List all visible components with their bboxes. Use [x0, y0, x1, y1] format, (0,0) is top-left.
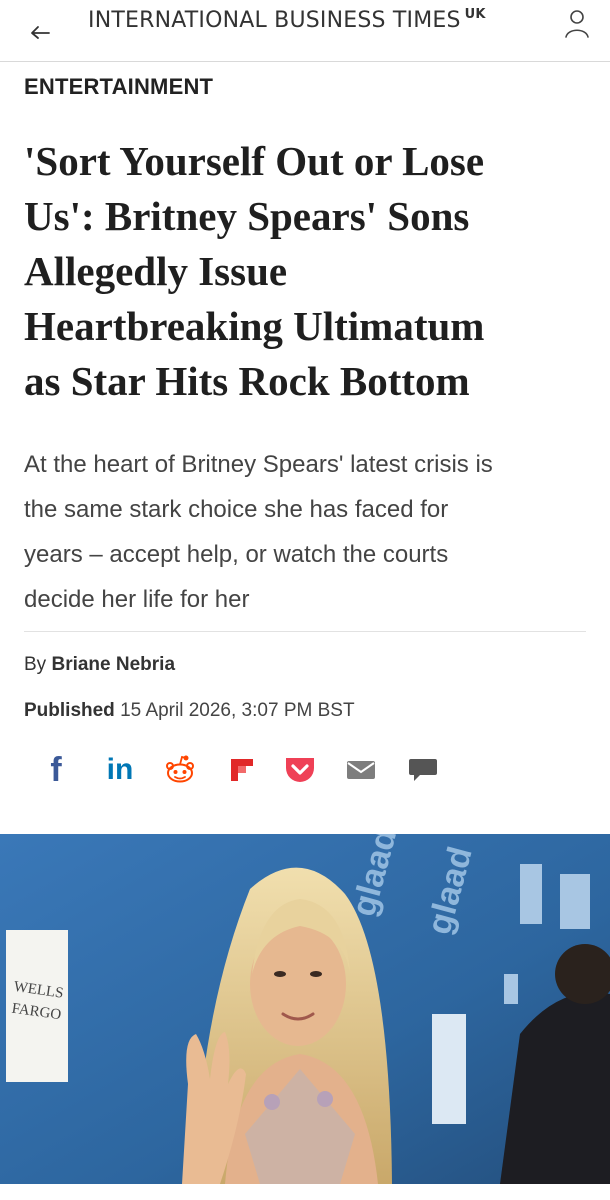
section-label[interactable]: ENTERTAINMENT [24, 74, 213, 100]
back-button[interactable] [22, 14, 58, 50]
share-facebook-button[interactable]: f [42, 748, 70, 792]
standfirst-line: the same stark choice she has faced for [24, 496, 449, 523]
account-button[interactable] [562, 6, 592, 40]
flipboard-icon [231, 759, 253, 781]
share-linkedin-button[interactable]: in [100, 748, 140, 792]
divider [24, 631, 586, 632]
share-comment-button[interactable] [406, 748, 440, 792]
email-icon [347, 761, 375, 779]
author-link[interactable]: Briane Nebria [51, 654, 175, 675]
linkedin-icon: in [106, 753, 134, 786]
brand-name: INTERNATIONAL BUSINESS TIMES [88, 8, 461, 33]
edition-label: UK [464, 7, 486, 22]
facebook-icon: f [50, 750, 62, 789]
share-flipboard-button[interactable] [226, 748, 258, 792]
site-logo[interactable]: INTERNATIONAL BUSINESS TIMES UK [88, 7, 486, 33]
standfirst-line: decide her life for her [24, 586, 250, 613]
article-standfirst: At the heart of Britney Spears' latest c… [24, 442, 590, 622]
headline-line: Heartbreaking Ultimatum [24, 303, 485, 349]
headline-line: 'Sort Yourself Out or Lose [24, 138, 485, 184]
hero-photo: WELLS FARGO glaad glaad [0, 834, 610, 1184]
comment-icon [409, 759, 437, 781]
share-email-button[interactable] [344, 748, 378, 792]
byline: By Briane Nebria [24, 654, 175, 676]
published-date: 15 April 2026, 3:07 PM BST [120, 700, 355, 721]
top-bar: INTERNATIONAL BUSINESS TIMES UK [0, 0, 610, 62]
share-reddit-button[interactable] [162, 748, 198, 792]
article-headline: 'Sort Yourself Out or Lose Us': Britney … [24, 134, 594, 409]
hero-image[interactable]: WELLS FARGO glaad glaad [0, 834, 610, 1184]
published-label: Published [24, 700, 115, 721]
headline-line: as Star Hits Rock Bottom [24, 358, 470, 404]
standfirst-line: years – accept help, or watch the courts [24, 541, 449, 568]
share-pocket-button[interactable] [282, 748, 318, 792]
share-bar: f in [40, 748, 460, 792]
pocket-icon [286, 758, 314, 782]
headline-line: Us': Britney Spears' Sons [24, 193, 470, 239]
standfirst-line: At the heart of Britney Spears' latest c… [24, 451, 493, 478]
user-icon [565, 10, 589, 38]
publish-info: Published 15 April 2026, 3:07 PM BST [24, 700, 355, 722]
back-arrow-icon [31, 26, 50, 39]
byline-prefix: By [24, 654, 47, 675]
headline-line: Allegedly Issue [24, 248, 288, 294]
reddit-icon [166, 755, 194, 783]
